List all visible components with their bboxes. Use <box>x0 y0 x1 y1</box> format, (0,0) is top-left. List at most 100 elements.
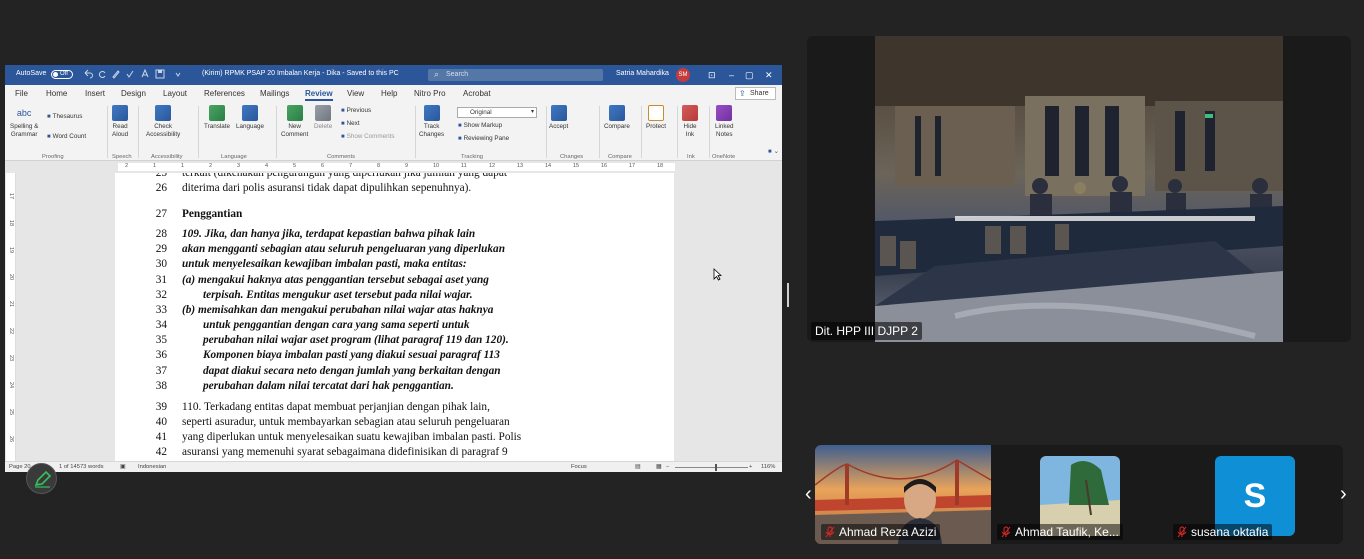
vertical-ruler-tick: 20 <box>8 274 14 281</box>
document-page[interactable]: 25 terkait (dikenakan pengurangan yang di… <box>115 173 674 461</box>
minimize-icon[interactable]: – <box>729 70 734 80</box>
tab-design[interactable]: Design <box>121 89 146 98</box>
read-aloud-button[interactable]: Read Aloud <box>112 105 128 139</box>
zoom-out-icon[interactable]: − <box>666 464 669 470</box>
tab-help[interactable]: Help <box>381 89 397 98</box>
protect-button[interactable]: Protect <box>646 105 666 131</box>
compare-button[interactable]: Compare <box>604 105 630 131</box>
document-line[interactable]: perubahan dalam nilai tercatat dari hak … <box>203 380 608 392</box>
check-accessibility-button[interactable]: Check Accessibility <box>146 105 180 139</box>
participant-name-2: Ahmad Taufik, Ke... <box>997 524 1123 540</box>
group-accessibility: Accessibility <box>151 154 183 160</box>
chevron-left-icon[interactable]: ‹ <box>805 484 812 504</box>
markup-view-select[interactable]: Original <box>457 107 537 118</box>
tab-review[interactable]: Review <box>305 89 333 101</box>
zoom-level[interactable]: 116% <box>761 464 775 470</box>
vertical-ruler[interactable] <box>6 173 16 461</box>
delete-comment-button[interactable]: Delete <box>314 105 332 131</box>
document-line[interactable]: dapat diakui secara neto dengan jumlah y… <box>203 365 608 377</box>
split-handle[interactable] <box>787 283 789 307</box>
main-video-tile[interactable]: Dit. HPP III DJPP 2 <box>807 36 1351 342</box>
tab-references[interactable]: References <box>204 89 245 98</box>
document-line[interactable]: seperti asuradur, untuk membayarkan seba… <box>182 416 608 428</box>
undo-icon[interactable] <box>83 69 93 79</box>
tab-mailings[interactable]: Mailings <box>260 89 289 98</box>
maximize-icon[interactable]: ▢ <box>745 70 754 81</box>
participant-name-1: Ahmad Reza Azizi <box>821 524 941 540</box>
document-line[interactable]: terkait (dikenakan pengurangan yang dipe… <box>182 173 608 179</box>
document-line[interactable]: yang diperlukan untuk menyelesaikan suat… <box>182 431 608 443</box>
linked-notes-button[interactable]: Linked Notes <box>715 105 734 139</box>
zoom-slider[interactable] <box>675 467 748 468</box>
document-line[interactable]: (b) memisahkan dan mengakui perubahan ni… <box>182 304 608 316</box>
participant-tile-1[interactable]: Ahmad Reza Azizi <box>815 445 991 544</box>
line-number: 40 <box>155 416 167 428</box>
document-line[interactable]: terpisah. Entitas mengukur aset tersebut… <box>203 289 608 301</box>
ink-icon[interactable] <box>111 69 121 79</box>
language-icon <box>242 105 259 121</box>
vertical-ruler-tick: 18 <box>8 220 14 227</box>
check-icon[interactable] <box>125 69 135 79</box>
document-line[interactable]: akan mengganti sebagian atau seluruh pen… <box>182 243 608 255</box>
redo-icon[interactable] <box>97 69 107 79</box>
tab-acrobat[interactable]: Acrobat <box>463 89 491 98</box>
tab-file[interactable]: File <box>15 89 28 98</box>
close-icon[interactable]: ✕ <box>765 70 773 81</box>
word-count[interactable]: 1 of 14573 words <box>59 464 103 470</box>
tab-view[interactable]: View <box>347 89 364 98</box>
divider <box>198 106 199 158</box>
user-avatar[interactable]: SM <box>676 68 690 82</box>
hide-ink-button[interactable]: Hide Ink <box>682 105 698 139</box>
show-markup-button[interactable]: Show Markup <box>458 122 503 129</box>
customize-qat-icon[interactable] <box>173 69 183 79</box>
document-line[interactable]: (a) mengakui haknya atas penggantian ter… <box>182 274 608 286</box>
document-line[interactable]: perubahan nilai wajar aset program (liha… <box>203 334 608 346</box>
track-changes-button[interactable]: Track Changes <box>419 105 444 139</box>
annotate-button[interactable] <box>26 463 57 494</box>
group-onenote: OneNote <box>712 154 736 160</box>
document-line[interactable]: 109. Jika, dan hanya jika, terdapat kepa… <box>182 228 608 240</box>
print-layout-icon[interactable]: ▤ <box>635 464 640 470</box>
line-number: 31 <box>155 274 167 286</box>
collapse-ribbon-icon[interactable]: ⌄ <box>768 148 779 155</box>
focus-button[interactable]: Focus <box>571 464 587 470</box>
ribbon-display-icon[interactable]: ⊡ <box>708 70 716 81</box>
next-comment-button[interactable]: Next <box>341 120 360 127</box>
document-line[interactable]: Komponen biaya imbalan pasti yang diakui… <box>203 349 608 361</box>
previous-comment-button[interactable]: Previous <box>341 107 372 114</box>
document-line[interactable]: diterima dari polis asuransi tidak dapat… <box>182 182 608 194</box>
proofing-status-icon[interactable]: ▣ <box>120 464 125 470</box>
language-button[interactable]: Language <box>236 105 264 131</box>
tab-insert[interactable]: Insert <box>85 89 105 98</box>
zoom-slider-thumb[interactable] <box>715 464 717 471</box>
document-line[interactable]: untuk penggantian dengan cara yang sama … <box>203 319 608 331</box>
autosave-toggle[interactable]: Off <box>51 70 73 79</box>
document-line[interactable]: untuk menyelesaikan kewajiban imbalan pa… <box>182 258 608 270</box>
show-comments-button[interactable]: Show Comments <box>341 133 395 140</box>
share-button[interactable]: Share <box>735 87 776 100</box>
search-input[interactable]: Search <box>428 68 603 81</box>
accept-button[interactable]: Accept <box>549 105 568 131</box>
tab-home[interactable]: Home <box>46 89 67 98</box>
document-line[interactable]: asuransi yang memenuhi syarat sebagaiman… <box>182 446 608 458</box>
thesaurus-button[interactable]: Thesaurus <box>47 113 83 120</box>
document-line[interactable]: Penggantian <box>182 208 608 220</box>
web-layout-icon[interactable]: ▦ <box>656 464 661 470</box>
new-comment-button[interactable]: New Comment <box>281 105 308 139</box>
participant-tile-2[interactable]: Ahmad Taufik, Ke... <box>991 445 1167 544</box>
word-count-button[interactable]: Word Count <box>47 133 86 140</box>
spelling-grammar-button[interactable]: abc Spelling & Grammar <box>10 105 38 139</box>
tab-nitro-pro[interactable]: Nitro Pro <box>414 89 446 98</box>
ruler-tick: 18 <box>657 163 664 169</box>
participant-tile-3[interactable]: susana oktafia <box>1167 445 1343 544</box>
line-number: 35 <box>155 334 167 346</box>
font-color-icon[interactable] <box>140 69 150 79</box>
language-status[interactable]: Indonesian <box>138 464 166 470</box>
zoom-in-icon[interactable]: + <box>749 464 752 470</box>
translate-button[interactable]: Translate <box>204 105 230 131</box>
tab-layout[interactable]: Layout <box>163 89 187 98</box>
protect-icon <box>647 105 664 121</box>
reviewing-pane-button[interactable]: Reviewing Pane <box>458 135 510 142</box>
document-line[interactable]: 110. Terkadang entitas dapat membuat per… <box>182 401 608 413</box>
save-icon[interactable] <box>155 69 165 79</box>
